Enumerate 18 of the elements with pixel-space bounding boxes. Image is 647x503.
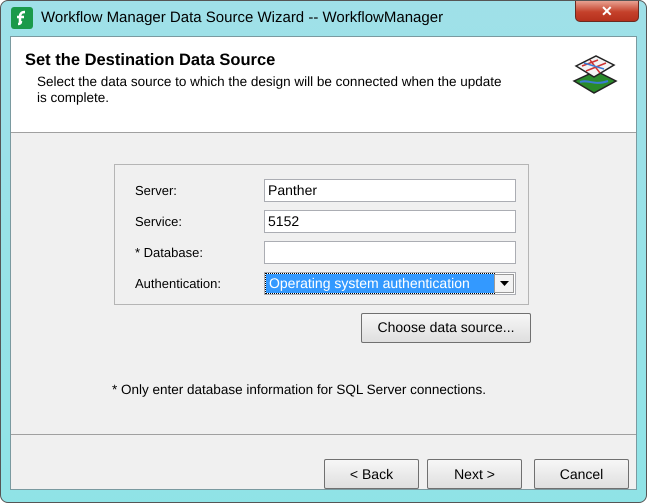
next-button[interactable]: Next >: [427, 459, 522, 489]
page-title: Set the Destination Data Source: [25, 50, 276, 71]
close-button[interactable]: ✕: [575, 1, 639, 22]
choose-data-source-button[interactable]: Choose data source...: [361, 312, 531, 343]
caret-icon: [500, 280, 508, 286]
field-label: Service:: [135, 212, 183, 230]
input-field[interactable]: [264, 240, 516, 264]
cancel-button[interactable]: Cancel: [534, 459, 629, 489]
window-title: Workflow Manager Data Source Wizard -- WorkflowManager: [41, 8, 444, 28]
footnote: * Only enter database information for SQL Server connections.: [112, 380, 487, 399]
field-label: Authentication:: [135, 274, 222, 292]
input-field[interactable]: Panther: [264, 178, 516, 202]
back-button[interactable]: < Back: [324, 459, 419, 489]
input-field[interactable]: 5152: [264, 210, 516, 233]
field-label: * Database:: [135, 244, 204, 262]
field-label: Server:: [135, 182, 178, 200]
page-description: Select the data source to which the design will be connected when the update is complete.: [37, 74, 503, 106]
app-icon: [11, 7, 33, 30]
